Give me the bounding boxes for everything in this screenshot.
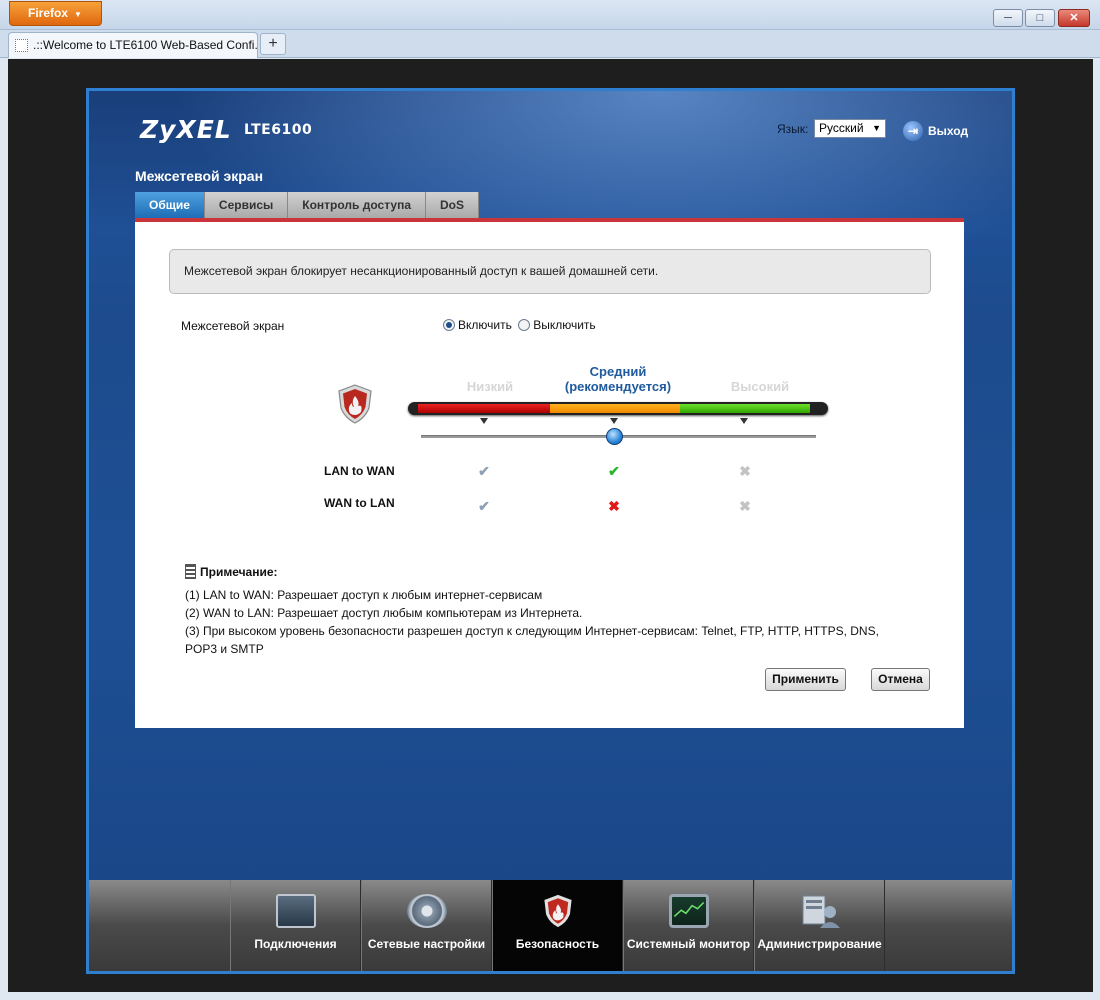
router-page: ZyXEL LTE6100 Язык: Русский ▼ ⇥ Выход Меж…	[86, 88, 1015, 974]
page-title: Межсетевой экран	[135, 168, 264, 184]
language-select[interactable]: Русский ▼	[814, 119, 886, 138]
firefox-menu-label: Firefox	[28, 6, 69, 20]
radio-disable-label: Выключить	[533, 318, 596, 332]
nav-label: Подключения	[254, 937, 337, 951]
tick-low-icon	[480, 418, 488, 424]
tab-general[interactable]: Общие	[135, 192, 205, 218]
logout-link[interactable]: ⇥ Выход	[903, 121, 969, 142]
note-line: (3) При высоком уровень безопасности раз…	[185, 624, 879, 656]
nav-label: Сетевые настройки	[367, 937, 486, 951]
radio-disable[interactable]	[518, 319, 531, 331]
system-monitor-icon	[668, 894, 709, 928]
cross-gray-icon: ✖	[739, 463, 751, 479]
level-medium-label[interactable]: Средний (рекомендуется)	[553, 364, 683, 394]
logout-label: Выход	[928, 124, 969, 139]
firewall-label: Межсетевой экран	[181, 319, 285, 333]
new-tab-button[interactable]: +	[260, 33, 286, 55]
nav-system-monitor[interactable]: Системный монитор	[623, 880, 754, 971]
language-label: Язык:	[777, 122, 809, 136]
chevron-down-icon: ▼	[872, 123, 881, 133]
level-bar-medium	[550, 404, 680, 413]
bottom-navigation: Подключения Сетевые настройки Безопаснос…	[89, 880, 1012, 971]
tick-medium-icon	[610, 418, 618, 424]
cross-red-icon: ✖	[608, 498, 620, 514]
level-high-label[interactable]: Высокий	[705, 379, 815, 394]
level-bar-low	[418, 404, 550, 413]
maximize-button[interactable]: □	[1025, 9, 1055, 27]
security-icon	[543, 894, 572, 928]
radio-enable[interactable]	[443, 319, 455, 331]
browser-tabbar: .::Welcome to LTE6100 Web-Based Confi...…	[0, 30, 1100, 58]
note-title-text: Примечание:	[200, 565, 278, 579]
note-title: Примечание:	[185, 564, 278, 579]
chevron-down-icon: ▼	[74, 10, 82, 19]
page-favicon-icon	[15, 39, 28, 52]
info-box: Межсетевой экран блокирует несанкциониро…	[169, 249, 931, 294]
nav-label: Системный монитор	[626, 937, 751, 951]
firewall-shield-icon	[338, 384, 372, 424]
level-medium-title: Средний	[589, 364, 647, 379]
check-gray-icon: ✔	[478, 463, 490, 479]
cancel-button[interactable]: Отмена	[871, 668, 930, 691]
security-slider-thumb[interactable]	[606, 428, 623, 445]
note-line: (2) WAN to LAN: Разрешает доступ любым к…	[185, 606, 583, 620]
radio-enable-label: Включить	[458, 318, 512, 332]
minimize-button[interactable]: ─	[993, 9, 1023, 27]
document-icon	[185, 564, 196, 579]
note-line: (1) LAN to WAN: Разрешает доступ к любым…	[185, 588, 543, 602]
apply-button[interactable]: Применить	[765, 668, 846, 691]
language-value: Русский	[819, 121, 864, 135]
firefox-menu-button[interactable]: Firefox ▼	[9, 1, 102, 26]
level-bar-high	[680, 404, 810, 413]
network-settings-icon	[406, 894, 447, 928]
content-panel: Межсетевой экран блокирует несанкциониро…	[135, 222, 964, 728]
browser-titlebar: Firefox ▼ ─ □ ✕	[0, 0, 1100, 30]
level-medium-recommended: (рекомендуется)	[564, 379, 672, 394]
administration-icon	[802, 895, 840, 928]
tab-access-control[interactable]: Контроль доступа	[288, 192, 426, 218]
browser-tab[interactable]: .::Welcome to LTE6100 Web-Based Confi...	[8, 32, 258, 58]
close-window-button[interactable]: ✕	[1058, 9, 1090, 27]
nav-security[interactable]: Безопасность	[492, 880, 623, 971]
model-name: LTE6100	[244, 122, 313, 138]
nav-administration[interactable]: Администрирование	[754, 880, 885, 971]
tick-high-icon	[740, 418, 748, 424]
check-green-icon: ✔	[608, 463, 620, 479]
row-label-lan-to-wan: LAN to WAN	[324, 464, 395, 478]
connections-icon	[275, 894, 316, 928]
logout-icon: ⇥	[903, 121, 923, 141]
browser-tab-title: .::Welcome to LTE6100 Web-Based Confi...	[33, 38, 258, 52]
security-level-bar	[408, 402, 828, 415]
nav-label: Администрирование	[757, 937, 882, 951]
row-label-wan-to-lan: WAN to LAN	[324, 496, 395, 510]
firewall-radio-group: Включить Выключить	[443, 318, 596, 332]
level-low-label[interactable]: Низкий	[445, 379, 535, 394]
nav-network-settings[interactable]: Сетевые настройки	[361, 880, 492, 971]
nav-label: Безопасность	[515, 937, 600, 951]
check-gray-icon: ✔	[478, 498, 490, 514]
zyxel-logo: ZyXEL	[140, 115, 232, 144]
tab-dos[interactable]: DoS	[426, 192, 479, 218]
cross-gray-icon: ✖	[739, 498, 751, 514]
nav-connections[interactable]: Подключения	[230, 880, 361, 971]
tab-services[interactable]: Сервисы	[204, 192, 289, 218]
tab-bar: Общие Сервисы Контроль доступа DoS	[135, 192, 479, 218]
